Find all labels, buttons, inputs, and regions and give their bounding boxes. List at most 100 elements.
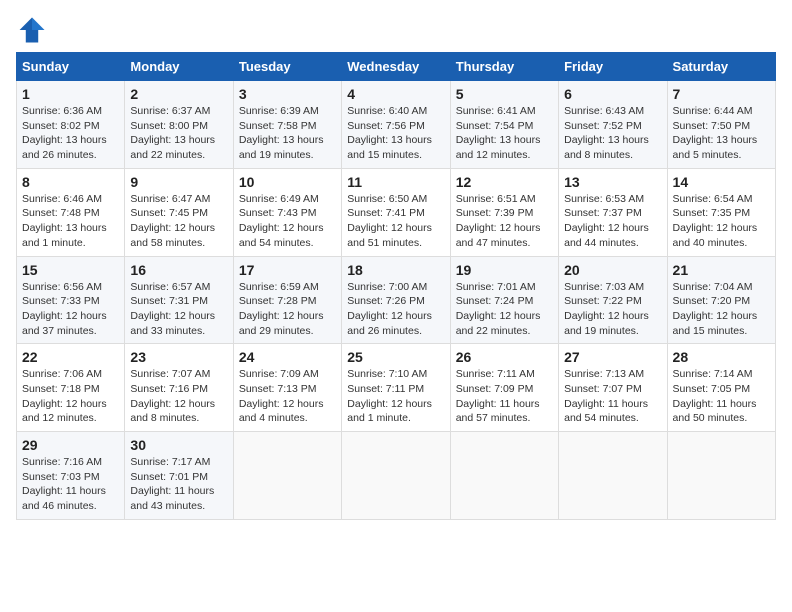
day-number: 8: [22, 174, 119, 190]
day-detail: Sunrise: 6:44 AMSunset: 7:50 PMDaylight:…: [673, 104, 770, 163]
day-detail: Sunrise: 7:13 AMSunset: 7:07 PMDaylight:…: [564, 367, 661, 426]
calendar-day-cell: 10Sunrise: 6:49 AMSunset: 7:43 PMDayligh…: [233, 168, 341, 256]
day-detail: Sunrise: 7:10 AMSunset: 7:11 PMDaylight:…: [347, 367, 444, 426]
calendar-day-cell: 22 Sunrise: 7:06 AMSunset: 7:18 PMDayligh…: [17, 344, 125, 432]
day-number: 5: [456, 86, 553, 102]
logo-icon: [18, 16, 46, 44]
calendar-day-cell: 5 Sunrise: 6:41 AMSunset: 7:54 PMDaylight…: [450, 81, 558, 169]
day-detail: Sunrise: 6:51 AMSunset: 7:39 PMDaylight:…: [456, 192, 553, 251]
calendar-day-cell: [342, 432, 450, 520]
calendar-day-cell: [450, 432, 558, 520]
day-number: 11: [347, 174, 444, 190]
calendar-week-row: 8Sunrise: 6:46 AMSunset: 7:48 PMDaylight…: [17, 168, 776, 256]
day-detail: Sunrise: 6:53 AMSunset: 7:37 PMDaylight:…: [564, 192, 661, 251]
calendar-day-cell: 14 Sunrise: 6:54 AMSunset: 7:35 PMDayligh…: [667, 168, 775, 256]
day-number: 18: [347, 262, 444, 278]
calendar-day-cell: [559, 432, 667, 520]
day-number: 17: [239, 262, 336, 278]
day-detail: Sunrise: 6:54 AMSunset: 7:35 PMDaylight:…: [673, 192, 770, 251]
day-detail: Sunrise: 7:00 AMSunset: 7:26 PMDaylight:…: [347, 280, 444, 339]
calendar-day-cell: 11 Sunrise: 6:50 AMSunset: 7:41 PMDayligh…: [342, 168, 450, 256]
calendar-day-cell: 3 Sunrise: 6:39 AMSunset: 7:58 PMDaylight…: [233, 81, 341, 169]
day-detail: Sunrise: 6:39 AMSunset: 7:58 PMDaylight:…: [239, 104, 336, 163]
day-number: 19: [456, 262, 553, 278]
calendar-day-cell: 27 Sunrise: 7:13 AMSunset: 7:07 PMDayligh…: [559, 344, 667, 432]
day-detail: Sunrise: 6:37 AMSunset: 8:00 PMDaylight:…: [130, 104, 227, 163]
day-detail: Sunrise: 7:17 AMSunset: 7:01 PMDaylight:…: [130, 455, 227, 514]
calendar-day-cell: 6 Sunrise: 6:43 AMSunset: 7:52 PMDaylight…: [559, 81, 667, 169]
day-number: 23: [130, 349, 227, 365]
calendar-week-row: 22 Sunrise: 7:06 AMSunset: 7:18 PMDayligh…: [17, 344, 776, 432]
day-number: 2: [130, 86, 227, 102]
calendar-week-row: 29 Sunrise: 7:16 AMSunset: 7:03 PMDayligh…: [17, 432, 776, 520]
calendar-day-cell: 18 Sunrise: 7:00 AMSunset: 7:26 PMDayligh…: [342, 256, 450, 344]
calendar-day-cell: [667, 432, 775, 520]
day-number: 28: [673, 349, 770, 365]
day-detail: Sunrise: 7:09 AMSunset: 7:13 PMDaylight:…: [239, 367, 336, 426]
day-number: 14: [673, 174, 770, 190]
day-number: 26: [456, 349, 553, 365]
page-header: [16, 16, 776, 44]
day-detail: Sunrise: 6:36 AMSunset: 8:02 PMDaylight:…: [22, 104, 119, 163]
day-number: 24: [239, 349, 336, 365]
calendar-day-cell: 16 Sunrise: 6:57 AMSunset: 7:31 PMDayligh…: [125, 256, 233, 344]
calendar-day-cell: 29 Sunrise: 7:16 AMSunset: 7:03 PMDayligh…: [17, 432, 125, 520]
day-number: 7: [673, 86, 770, 102]
weekday-header: Tuesday: [233, 53, 341, 81]
calendar-day-cell: 1 Sunrise: 6:36 AMSunset: 8:02 PMDaylight…: [17, 81, 125, 169]
calendar-day-cell: 19 Sunrise: 7:01 AMSunset: 7:24 PMDayligh…: [450, 256, 558, 344]
day-number: 12: [456, 174, 553, 190]
calendar-day-cell: 21 Sunrise: 7:04 AMSunset: 7:20 PMDayligh…: [667, 256, 775, 344]
calendar-day-cell: 25 Sunrise: 7:10 AMSunset: 7:11 PMDayligh…: [342, 344, 450, 432]
day-detail: Sunrise: 6:50 AMSunset: 7:41 PMDaylight:…: [347, 192, 444, 251]
calendar-day-cell: 9 Sunrise: 6:47 AMSunset: 7:45 PMDaylight…: [125, 168, 233, 256]
calendar-day-cell: [233, 432, 341, 520]
day-detail: Sunrise: 6:49 AMSunset: 7:43 PMDaylight:…: [239, 192, 336, 251]
calendar-week-row: 15Sunrise: 6:56 AMSunset: 7:33 PMDayligh…: [17, 256, 776, 344]
day-number: 25: [347, 349, 444, 365]
calendar-day-cell: 15Sunrise: 6:56 AMSunset: 7:33 PMDayligh…: [17, 256, 125, 344]
day-number: 6: [564, 86, 661, 102]
weekday-header: Friday: [559, 53, 667, 81]
day-number: 1: [22, 86, 119, 102]
day-number: 16: [130, 262, 227, 278]
day-detail: Sunrise: 7:01 AMSunset: 7:24 PMDaylight:…: [456, 280, 553, 339]
calendar-table: SundayMondayTuesdayWednesdayThursdayFrid…: [16, 52, 776, 520]
calendar-day-cell: 30 Sunrise: 7:17 AMSunset: 7:01 PMDayligh…: [125, 432, 233, 520]
calendar-day-cell: 28Sunrise: 7:14 AMSunset: 7:05 PMDayligh…: [667, 344, 775, 432]
day-number: 29: [22, 437, 119, 453]
day-number: 3: [239, 86, 336, 102]
weekday-header: Thursday: [450, 53, 558, 81]
calendar-day-cell: 24 Sunrise: 7:09 AMSunset: 7:13 PMDayligh…: [233, 344, 341, 432]
day-detail: Sunrise: 6:43 AMSunset: 7:52 PMDaylight:…: [564, 104, 661, 163]
day-detail: Sunrise: 7:04 AMSunset: 7:20 PMDaylight:…: [673, 280, 770, 339]
day-number: 27: [564, 349, 661, 365]
calendar-day-cell: 26 Sunrise: 7:11 AMSunset: 7:09 PMDayligh…: [450, 344, 558, 432]
day-detail: Sunrise: 6:59 AMSunset: 7:28 PMDaylight:…: [239, 280, 336, 339]
calendar-day-cell: 20 Sunrise: 7:03 AMSunset: 7:22 PMDayligh…: [559, 256, 667, 344]
calendar-day-cell: 23Sunrise: 7:07 AMSunset: 7:16 PMDayligh…: [125, 344, 233, 432]
day-number: 4: [347, 86, 444, 102]
day-detail: Sunrise: 7:11 AMSunset: 7:09 PMDaylight:…: [456, 367, 553, 426]
day-number: 22: [22, 349, 119, 365]
calendar-day-cell: 2 Sunrise: 6:37 AMSunset: 8:00 PMDaylight…: [125, 81, 233, 169]
day-number: 21: [673, 262, 770, 278]
day-detail: Sunrise: 7:06 AMSunset: 7:18 PMDaylight:…: [22, 367, 119, 426]
day-number: 9: [130, 174, 227, 190]
day-number: 30: [130, 437, 227, 453]
calendar-day-cell: 8Sunrise: 6:46 AMSunset: 7:48 PMDaylight…: [17, 168, 125, 256]
day-detail: Sunrise: 6:47 AMSunset: 7:45 PMDaylight:…: [130, 192, 227, 251]
logo: [16, 16, 46, 44]
calendar-week-row: 1 Sunrise: 6:36 AMSunset: 8:02 PMDaylight…: [17, 81, 776, 169]
day-detail: Sunrise: 7:16 AMSunset: 7:03 PMDaylight:…: [22, 455, 119, 514]
weekday-row: SundayMondayTuesdayWednesdayThursdayFrid…: [17, 53, 776, 81]
day-detail: Sunrise: 6:40 AMSunset: 7:56 PMDaylight:…: [347, 104, 444, 163]
day-detail: Sunrise: 6:57 AMSunset: 7:31 PMDaylight:…: [130, 280, 227, 339]
calendar-day-cell: 12 Sunrise: 6:51 AMSunset: 7:39 PMDayligh…: [450, 168, 558, 256]
day-detail: Sunrise: 6:41 AMSunset: 7:54 PMDaylight:…: [456, 104, 553, 163]
weekday-header: Monday: [125, 53, 233, 81]
day-number: 13: [564, 174, 661, 190]
day-detail: Sunrise: 7:03 AMSunset: 7:22 PMDaylight:…: [564, 280, 661, 339]
calendar-day-cell: 13 Sunrise: 6:53 AMSunset: 7:37 PMDayligh…: [559, 168, 667, 256]
day-number: 20: [564, 262, 661, 278]
